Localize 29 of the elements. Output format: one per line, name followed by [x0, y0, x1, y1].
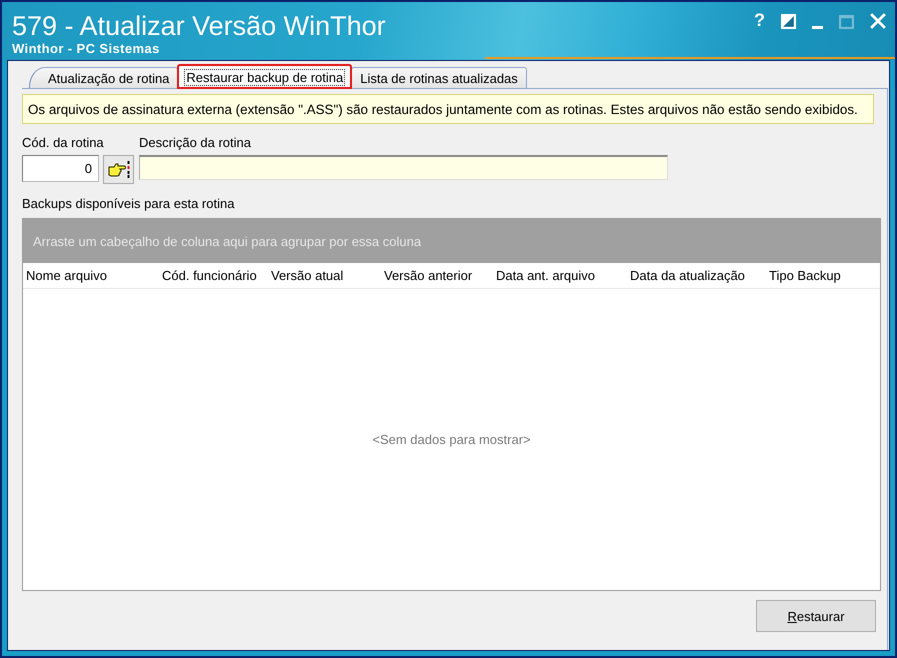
- column-header[interactable]: Versão atual: [271, 268, 344, 283]
- column-header[interactable]: Data ant. arquivo: [496, 268, 596, 283]
- close-button[interactable]: [870, 13, 886, 29]
- pointing-hand-icon: [108, 161, 130, 178]
- info-text: Os arquivos de assinatura externa (extensão ".ASS") são restaurados juntamente com as rotinas. Estes arquivos não estão sendo exibidos.: [28, 102, 858, 116]
- window-title: 579 - Atualizar Versão WinThor: [12, 11, 386, 41]
- maximize-icon: [839, 15, 854, 29]
- description-field[interactable]: [139, 155, 668, 180]
- column-header[interactable]: Data da atualização: [630, 268, 745, 283]
- lookup-button[interactable]: [103, 155, 134, 184]
- close-icon: [870, 13, 886, 29]
- minimize-icon: [812, 26, 823, 29]
- section-label: Backups disponíveis para esta rotina: [22, 196, 236, 212]
- column-header[interactable]: Versão anterior: [384, 268, 472, 283]
- column-header[interactable]: Tipo Backup: [769, 268, 841, 283]
- tab[interactable]: Atualização de rotina: [29, 67, 178, 88]
- window-subtitle: Winthor - PC Sistemas: [12, 41, 161, 56]
- theme-button[interactable]: [781, 14, 796, 29]
- contrast-icon: [781, 14, 796, 29]
- group-by-panel: Arraste um cabeçalho de coluna aqui para agrupar por essa coluna: [23, 219, 880, 263]
- restore-button[interactable]: Restaurar: [756, 600, 876, 632]
- field-label: Cód. da rotina: [22, 135, 105, 151]
- column-header[interactable]: Cód. funcionário: [162, 268, 257, 283]
- field-label: Descrição da rotina: [139, 135, 252, 151]
- empty-message: <Sem dados para mostrar>: [372, 432, 531, 447]
- tab[interactable]: Restaurar backup de rotina: [177, 64, 352, 89]
- column-header[interactable]: Nome arquivo: [26, 268, 107, 283]
- tab[interactable]: Lista de rotinas atualizadas: [351, 67, 527, 88]
- code-field[interactable]: 0: [22, 155, 99, 182]
